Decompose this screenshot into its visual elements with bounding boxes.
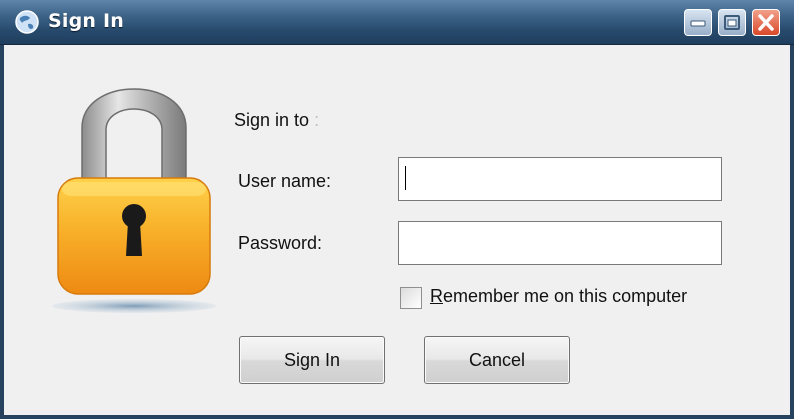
close-button[interactable] [752, 9, 780, 36]
maximize-button[interactable] [718, 9, 746, 36]
sign-in-button[interactable]: Sign In [239, 336, 385, 384]
sign-in-to-text: Sign in to [234, 110, 310, 130]
sign-in-to-colon: : [314, 110, 320, 130]
globe-icon [15, 10, 39, 34]
cancel-button[interactable]: Cancel [424, 336, 570, 384]
text-caret [405, 166, 406, 190]
close-icon [758, 14, 774, 31]
username-label: User name: [238, 171, 332, 191]
minimize-button[interactable] [684, 9, 712, 36]
password-label: Password: [238, 233, 323, 253]
minimize-icon [690, 20, 706, 27]
remember-me-checkbox[interactable] [400, 287, 422, 309]
window-title: Sign In [48, 10, 124, 32]
title-bar[interactable]: Sign In [0, 0, 794, 45]
maximize-icon [724, 15, 740, 30]
sign-in-to-label: Sign in to : [234, 110, 319, 131]
padlock-icon [52, 88, 216, 313]
password-field[interactable] [398, 221, 722, 265]
sign-in-dialog: Sign In Sign in to: User name: Password… [0, 0, 794, 419]
remember-me-label[interactable]: Remember me on this computer [430, 286, 687, 307]
username-field[interactable] [398, 157, 722, 201]
